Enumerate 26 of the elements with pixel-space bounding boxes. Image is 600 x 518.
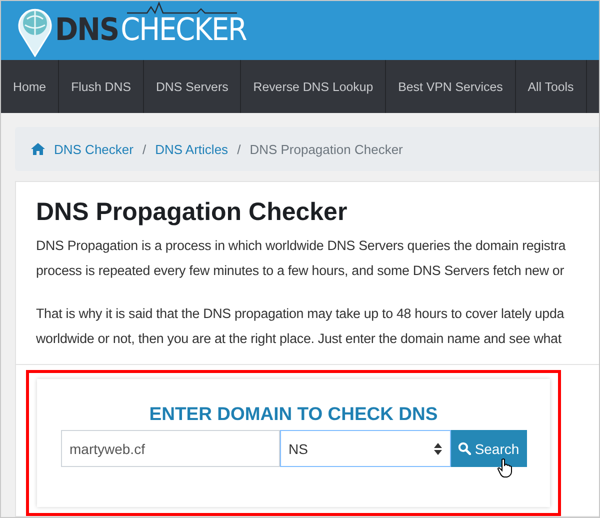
search-icon (458, 442, 471, 455)
pulse-line-icon (127, 1, 237, 14)
breadcrumb-link[interactable]: DNS Checker (54, 142, 134, 156)
nav-link[interactable]: All Tools (516, 60, 587, 113)
domain-input[interactable]: martyweb.cf (60, 430, 280, 467)
breadcrumb-current: DNS Propagation Checker (250, 142, 403, 156)
nav-link[interactable]: DNS Servers (144, 60, 242, 113)
nav-link[interactable]: Flush DNS (59, 60, 144, 113)
page-title: DNS Propagation Checker (36, 198, 348, 227)
breadcrumb-link[interactable]: DNS Articles (155, 142, 228, 156)
sort-arrows-icon (434, 442, 442, 454)
breadcrumb-separator: / (142, 142, 146, 156)
paragraph-line: DNS Propagation is a process in which worldwide DNS Servers queries the domain registra (36, 237, 567, 255)
logo-text: CHECKER (120, 15, 246, 46)
paragraph-line: process is repeated every few minutes to a few hours, and some DNS Servers fetch new or (36, 262, 566, 280)
nav-link[interactable]: Home (1, 60, 60, 113)
form-heading: ENTER DOMAIN TO CHECK DNS (149, 403, 438, 425)
paragraph-line: That is why it is said that the DNS propagation may take up to 48 hours to cover lately upda (36, 305, 566, 323)
hand-cursor-icon (496, 458, 512, 478)
nav-link[interactable]: Reverse DNS Lookup (241, 60, 386, 113)
home-icon (31, 143, 45, 155)
paragraph-line: worldwide or not, then you are at the right place. Just enter the domain name and see what (36, 330, 562, 348)
nav-link[interactable]: Best VPN Services (386, 60, 516, 113)
record-type-select[interactable]: NS (280, 430, 450, 467)
breadcrumb-separator: / (237, 142, 241, 156)
logo-text: DNS (55, 15, 119, 46)
